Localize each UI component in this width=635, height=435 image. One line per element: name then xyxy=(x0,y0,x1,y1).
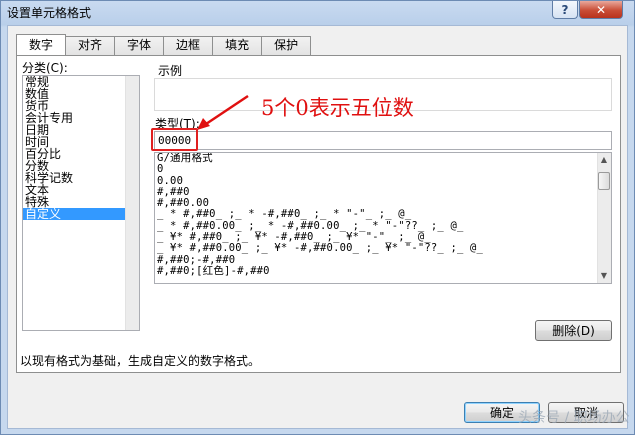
type-input[interactable]: 00000 xyxy=(154,131,612,150)
format-item[interactable]: G/通用格式 xyxy=(155,153,611,164)
help-button[interactable]: ? xyxy=(552,1,578,19)
category-list[interactable]: 常规 数值 货币 会计专用 日期 时间 百分比 分数 科学记数 文本 特殊 自定… xyxy=(22,75,140,331)
format-list-scrollbar[interactable]: ▲ ▼ xyxy=(597,153,611,283)
tab-fill[interactable]: 填充 xyxy=(212,36,263,55)
format-item[interactable]: #,##0;[红色]-#,##0 xyxy=(155,265,611,277)
dialog-title: 设置单元格格式 xyxy=(7,6,92,20)
category-item-selected[interactable]: 自定义 xyxy=(23,208,139,220)
sample-label: 示例 xyxy=(158,64,183,78)
delete-button[interactable]: 删除(D) xyxy=(535,320,612,341)
annotation-text: 5个0表示五位数 xyxy=(261,96,414,120)
category-scrollbar[interactable] xyxy=(125,76,139,330)
format-item[interactable]: 0 xyxy=(155,163,611,175)
close-icon: ✕ xyxy=(595,2,607,17)
format-item[interactable]: #,##0 xyxy=(155,186,611,198)
category-label: 分类(C): xyxy=(22,61,68,75)
format-cells-dialog: 设置单元格格式 ? ✕ 数字 对齐 字体 边框 填充 保护 分类(C): 常规 … xyxy=(0,0,635,435)
annotation-arrow-icon xyxy=(197,94,249,130)
tab-number[interactable]: 数字 xyxy=(16,34,67,55)
tab-border[interactable]: 边框 xyxy=(163,36,214,55)
tab-strip: 数字 对齐 字体 边框 填充 保护 xyxy=(16,34,312,55)
tab-alignment[interactable]: 对齐 xyxy=(65,36,116,55)
dialog-client-area: 数字 对齐 字体 边框 填充 保护 分类(C): 常规 数值 货币 会计专用 日… xyxy=(7,25,628,429)
title-bar[interactable]: 设置单元格格式 ? ✕ xyxy=(1,1,634,23)
format-code-list[interactable]: G/通用格式 0 0.00 #,##0 #,##0.00 _ * #,##0_ … xyxy=(154,152,612,284)
tab-protection[interactable]: 保护 xyxy=(261,36,312,55)
help-icon: ? xyxy=(561,2,569,17)
number-tab-panel: 分类(C): 常规 数值 货币 会计专用 日期 时间 百分比 分数 科学记数 文… xyxy=(16,55,621,373)
format-item[interactable]: _ ¥* #,##0.00_ ;_ ¥* -#,##0.00_ ;_ ¥* "-… xyxy=(155,243,611,255)
watermark: 头条号 / 职场办公 xyxy=(518,410,630,426)
format-item[interactable]: 0.00 xyxy=(155,175,611,187)
scroll-down-icon[interactable]: ▼ xyxy=(598,270,610,282)
highlight-box xyxy=(151,128,198,151)
scroll-thumb[interactable] xyxy=(598,172,610,190)
description-text: 以现有格式为基础，生成自定义的数字格式。 xyxy=(20,354,261,368)
tab-font[interactable]: 字体 xyxy=(114,36,165,55)
scroll-up-icon[interactable]: ▲ xyxy=(598,154,610,166)
close-button[interactable]: ✕ xyxy=(579,1,623,19)
